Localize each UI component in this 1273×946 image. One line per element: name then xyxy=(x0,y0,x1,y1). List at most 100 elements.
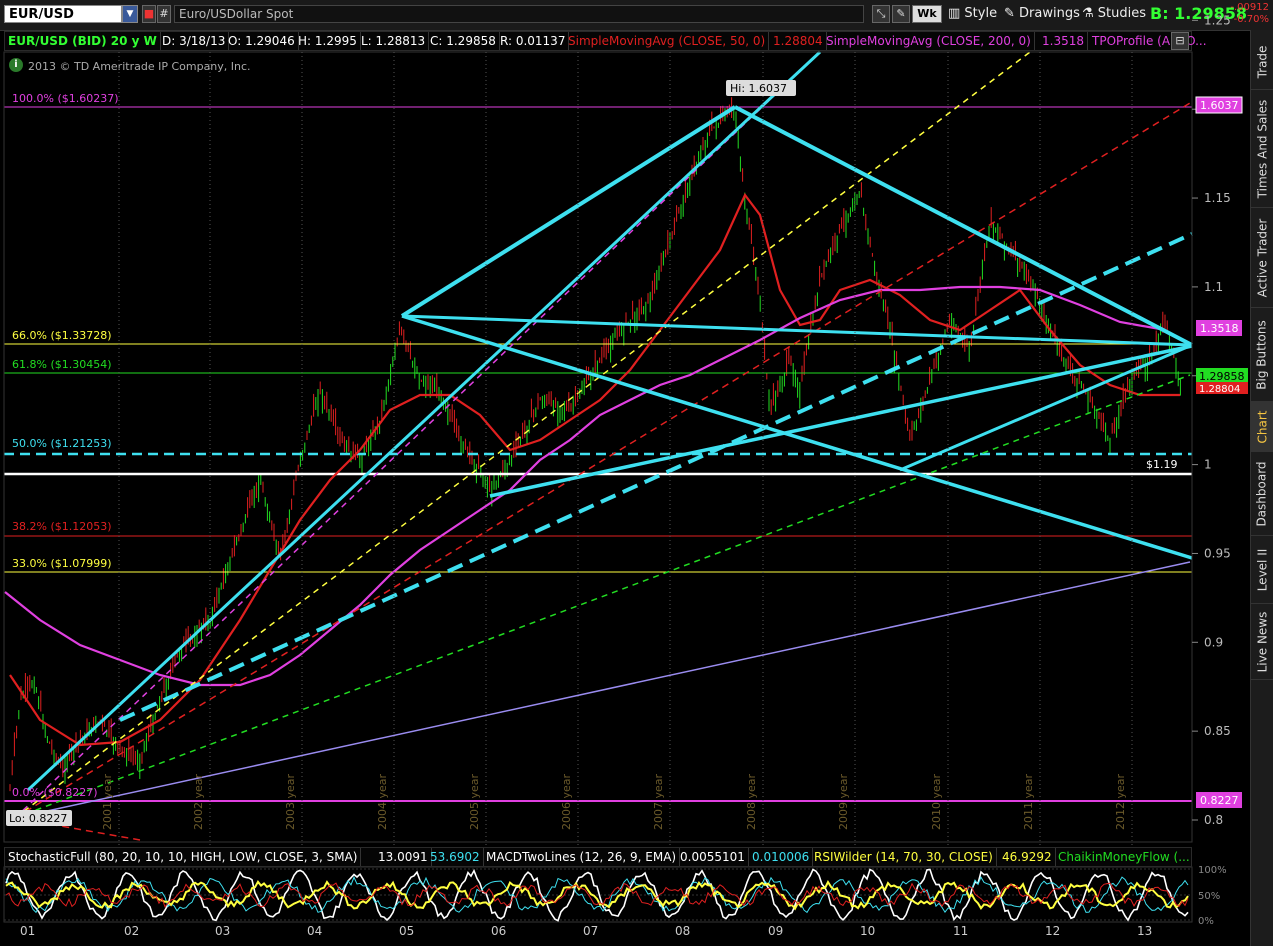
x-axis-label: 12 xyxy=(1045,924,1060,938)
style-icon: ▥ xyxy=(948,6,965,21)
svg-text:1.3518: 1.3518 xyxy=(1200,322,1239,335)
lower-indicator-pane: 100% 50% 0% xyxy=(3,865,1227,927)
oscillator-line xyxy=(5,868,1189,922)
x-axis-label: 06 xyxy=(491,924,506,938)
price-tag-16037: 1.6037 xyxy=(1195,96,1243,114)
link-icon[interactable]: ■ xyxy=(142,5,156,23)
price-axis-tick: 0.9 xyxy=(1204,635,1223,649)
cyan-trendline xyxy=(899,343,1193,472)
x-axis-label: 07 xyxy=(583,924,598,938)
copyright-text: 2013 © TD Ameritrade IP Company, Inc. xyxy=(28,60,251,73)
fan-line xyxy=(14,51,821,819)
wk-aggregation-button[interactable]: Wk xyxy=(912,5,942,23)
oscillator-line xyxy=(5,882,1189,908)
price-axis-tick: 1 xyxy=(1204,458,1212,472)
sma200-line xyxy=(4,285,1161,687)
svg-text:Lo: 0.8227: Lo: 0.8227 xyxy=(9,812,67,825)
year-label: 2012 year xyxy=(1114,773,1127,830)
x-axis-label: 01 xyxy=(20,924,35,938)
rsi-label[interactable]: RSIWilder (14, 70, 30, CLOSE) xyxy=(811,848,997,866)
fan-line xyxy=(14,51,1031,819)
macd-value-1: 0.0055101 xyxy=(677,848,749,866)
fib-33-label: 33.0% ($1.07999) xyxy=(12,557,112,570)
fib-382-label: 38.2% ($1.12053) xyxy=(12,520,112,533)
sidebar-tab-trade[interactable]: Trade xyxy=(1251,34,1273,90)
year-label: 2007 year xyxy=(652,773,665,830)
svg-text:1.6037: 1.6037 xyxy=(1200,99,1239,112)
lower-axis-tick: 0% xyxy=(1198,916,1214,927)
cyan-trendline xyxy=(400,105,737,318)
chart-settings-icon[interactable]: ⊟ xyxy=(1171,32,1189,50)
stoch-label[interactable]: StochasticFull (80, 20, 10, 10, HIGH, LO… xyxy=(5,848,362,866)
info-tpo[interactable]: TPOProfile (AUTO... xyxy=(1089,32,1210,50)
price-tag-13518: 1.3518 xyxy=(1196,320,1242,336)
info-sma200[interactable]: SimpleMovingAvg (CLOSE, 200, 0) xyxy=(823,32,1035,50)
sidebar-tab-times-and-sales[interactable]: Times And Sales xyxy=(1251,90,1273,208)
info-sma50-value: 1.28804 xyxy=(770,32,827,50)
year-label: 2008 year xyxy=(745,773,758,830)
fan-line xyxy=(14,374,1191,819)
wrench-icon[interactable]: ✎ xyxy=(892,5,910,23)
lo-label: Lo: 0.8227 xyxy=(6,810,72,826)
cyan-trendline xyxy=(119,232,1193,722)
oscillator-line xyxy=(5,876,1189,914)
drawings-menu[interactable]: ✎ Drawings xyxy=(1004,5,1080,23)
price-axis: 01 02 03 04 05 06 07 08 09 10 11 12 13 2001 year 2002 … xyxy=(3,13,1231,938)
svg-text:0.8227: 0.8227 xyxy=(1200,794,1239,807)
svg-text:1.29858: 1.29858 xyxy=(1199,370,1245,383)
cyan-trendline xyxy=(489,344,1193,498)
percent-change: -0.70% xyxy=(1233,14,1269,25)
studies-menu[interactable]: ⚗ Studies xyxy=(1082,5,1146,23)
fib-618-label: 61.8% ($1.30454) xyxy=(12,358,112,371)
price-tag-12985: 1.29858 xyxy=(1196,368,1248,384)
symbol-description: Euro/USDollar Spot xyxy=(174,5,864,23)
year-label: 2011 year xyxy=(1022,773,1035,830)
sidebar-tab-level-ii[interactable]: Level II xyxy=(1251,536,1273,604)
sidebar-tab-active-trader[interactable]: Active Trader xyxy=(1251,208,1273,308)
x-axis-label: 08 xyxy=(675,924,690,938)
info-symbol[interactable]: EUR/USD (BID) 20 y W xyxy=(5,32,161,50)
hash-button[interactable]: # xyxy=(157,5,171,23)
year-label: 2003 year xyxy=(284,773,297,830)
x-axis-label: 02 xyxy=(124,924,139,938)
symbol-dropdown-icon[interactable]: ▼ xyxy=(122,5,138,23)
info-sma50[interactable]: SimpleMovingAvg (CLOSE, 50, 0) xyxy=(565,32,770,50)
x-axis-label: 10 xyxy=(860,924,875,938)
price-tag-08227: 0.8227 xyxy=(1196,792,1242,808)
info-icon[interactable]: i xyxy=(9,58,23,72)
info-low: L: 1.28813 xyxy=(358,32,430,50)
cyan-trendline xyxy=(401,314,1193,347)
year-label: 2009 year xyxy=(837,773,850,830)
net-change: -.00912 xyxy=(1230,2,1269,13)
macd-value-2: 0.010006 xyxy=(749,848,814,866)
cyan-trendline xyxy=(401,314,1193,560)
lower-indicator-bar: StochasticFull (80, 20, 10, 10, HIGH, LO… xyxy=(4,847,1192,867)
sidebar-tab-big-buttons[interactable]: Big Buttons xyxy=(1251,308,1273,402)
year-label: 2006 year xyxy=(560,773,573,830)
chart-labels: 100.0% ($1.60237) 66.0% ($1.33728) 61.8%… xyxy=(6,80,1248,826)
sidebar-tab-live-news[interactable]: Live News xyxy=(1251,604,1273,680)
info-high: H: 1.2995 xyxy=(295,32,361,50)
year-label: 2005 year xyxy=(468,773,481,830)
info-close: C: 1.29858 xyxy=(427,32,500,50)
lower-axis-tick: 50% xyxy=(1198,891,1220,902)
price-axis-tick: 1.2 xyxy=(1204,102,1223,116)
cyan-trendline xyxy=(26,50,822,792)
style-menu[interactable]: ▥ Style xyxy=(948,5,997,23)
info-open: O: 1.29046 xyxy=(225,32,299,50)
chart-info-bar: EUR/USD (BID) 20 y W D: 3/18/13 O: 1.290… xyxy=(4,31,1207,51)
price-tag-12880: 1.28804 xyxy=(1196,382,1248,395)
x-axis-label: 05 xyxy=(399,924,414,938)
chart-tools-icon[interactable]: ⤡ xyxy=(872,5,890,23)
year-label: 2002 year xyxy=(192,773,205,830)
info-range: R: 0.01137 xyxy=(497,32,570,50)
macd-label[interactable]: MACDTwoLines (12, 26, 9, EMA) xyxy=(483,848,681,866)
x-axis-label: 09 xyxy=(768,924,783,938)
cmf-label[interactable]: ChaikinMoneyFlow (... xyxy=(1055,848,1193,866)
x-axis-label: 13 xyxy=(1137,924,1152,938)
sidebar-tab-dashboard[interactable]: Dashboard xyxy=(1251,452,1273,536)
price-axis-tick: 0.95 xyxy=(1204,546,1231,560)
symbol-input[interactable]: EUR/USD xyxy=(4,5,122,23)
sidebar-tab-chart[interactable]: Chart xyxy=(1251,402,1273,452)
trendline-drawings xyxy=(4,50,1193,841)
